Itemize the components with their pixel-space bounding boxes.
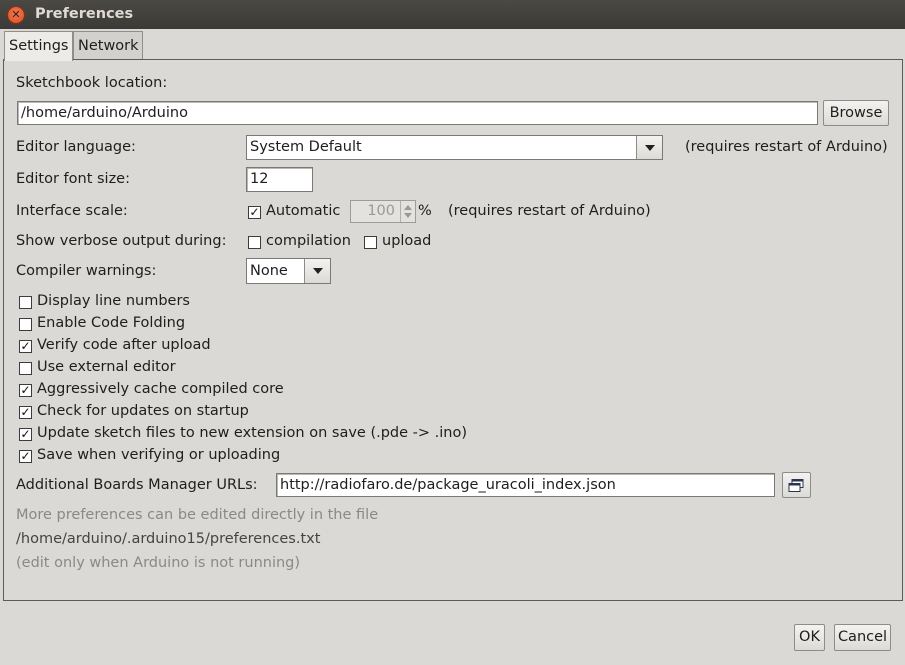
editor-language-select[interactable]: System Default <box>246 135 663 160</box>
update-sketch-extension-checkbox[interactable]: ✓ <box>19 428 32 441</box>
prefs-file-path: /home/arduino/.arduino15/preferences.txt <box>16 531 321 547</box>
boards-url-edit-button[interactable] <box>782 472 811 498</box>
compilation-checkbox[interactable] <box>248 236 261 249</box>
sketchbook-label: Sketchbook location: <box>16 75 168 91</box>
compilation-label: compilation <box>266 233 351 249</box>
ok-button[interactable]: OK <box>794 624 825 651</box>
font-size-input[interactable]: 12 <box>246 167 313 192</box>
display-line-numbers-checkbox[interactable] <box>19 296 32 309</box>
tab-network[interactable]: Network <box>73 31 143 59</box>
editor-language-value: System Default <box>250 139 362 155</box>
interface-scale-label: Interface scale: <box>16 203 128 219</box>
scale-note: (requires restart of Arduino) <box>448 203 651 219</box>
editor-language-note: (requires restart of Arduino) <box>685 139 888 155</box>
sketchbook-location-input[interactable]: /home/arduino/Arduino <box>17 101 818 125</box>
compiler-warnings-value: None <box>250 263 288 279</box>
chevron-down-icon[interactable] <box>636 136 662 159</box>
check-updates-checkbox[interactable]: ✓ <box>19 406 32 419</box>
verbose-label: Show verbose output during: <box>16 233 227 249</box>
editor-language-label: Editor language: <box>16 139 136 155</box>
verify-after-upload-checkbox[interactable]: ✓ <box>19 340 32 353</box>
chevron-down-icon[interactable] <box>304 259 330 283</box>
enable-code-folding-label: Enable Code Folding <box>37 315 186 331</box>
update-sketch-extension-label: Update sketch files to new extension on … <box>37 425 467 441</box>
enable-code-folding-checkbox[interactable] <box>19 318 32 331</box>
tab-network-label: Network <box>78 38 139 54</box>
save-when-verifying-checkbox[interactable]: ✓ <box>19 450 32 463</box>
tab-settings[interactable]: Settings <box>4 31 73 61</box>
window-title: Preferences <box>35 6 134 22</box>
scale-spinner[interactable]: 100 <box>350 200 416 223</box>
automatic-label: Automatic <box>266 203 341 219</box>
browse-button[interactable]: Browse <box>823 100 889 126</box>
spinner-arrows-icon[interactable] <box>400 201 415 222</box>
verify-after-upload-label: Verify code after upload <box>37 337 211 353</box>
boards-url-input[interactable]: http://radiofaro.de/package_uracoli_inde… <box>276 473 775 497</box>
automatic-checkbox[interactable]: ✓ <box>248 206 261 219</box>
scale-unit: % <box>418 203 432 219</box>
tab-settings-label: Settings <box>9 38 69 54</box>
display-line-numbers-label: Display line numbers <box>37 293 190 309</box>
check-updates-label: Check for updates on startup <box>37 403 249 419</box>
compiler-warnings-label: Compiler warnings: <box>16 263 157 279</box>
upload-label: upload <box>382 233 432 249</box>
title-bar: ✕ Preferences <box>0 0 905 29</box>
cache-compiled-core-checkbox[interactable]: ✓ <box>19 384 32 397</box>
scale-value: 100 <box>367 203 395 219</box>
settings-panel: Sketchbook location: /home/arduino/Ardui… <box>3 59 903 601</box>
use-external-editor-checkbox[interactable] <box>19 362 32 375</box>
use-external-editor-label: Use external editor <box>37 359 176 375</box>
close-icon[interactable]: ✕ <box>8 7 24 23</box>
more-prefs-note: More preferences can be edited directly … <box>16 507 379 523</box>
save-when-verifying-label: Save when verifying or uploading <box>37 447 281 463</box>
compiler-warnings-select[interactable]: None <box>246 258 331 284</box>
boards-url-label: Additional Boards Manager URLs: <box>16 477 258 493</box>
window-list-icon <box>788 479 804 492</box>
cancel-button[interactable]: Cancel <box>834 624 891 651</box>
cache-compiled-core-label: Aggressively cache compiled core <box>37 381 284 397</box>
edit-note: (edit only when Arduino is not running) <box>16 555 301 571</box>
upload-checkbox[interactable] <box>364 236 377 249</box>
font-size-label: Editor font size: <box>16 171 130 187</box>
